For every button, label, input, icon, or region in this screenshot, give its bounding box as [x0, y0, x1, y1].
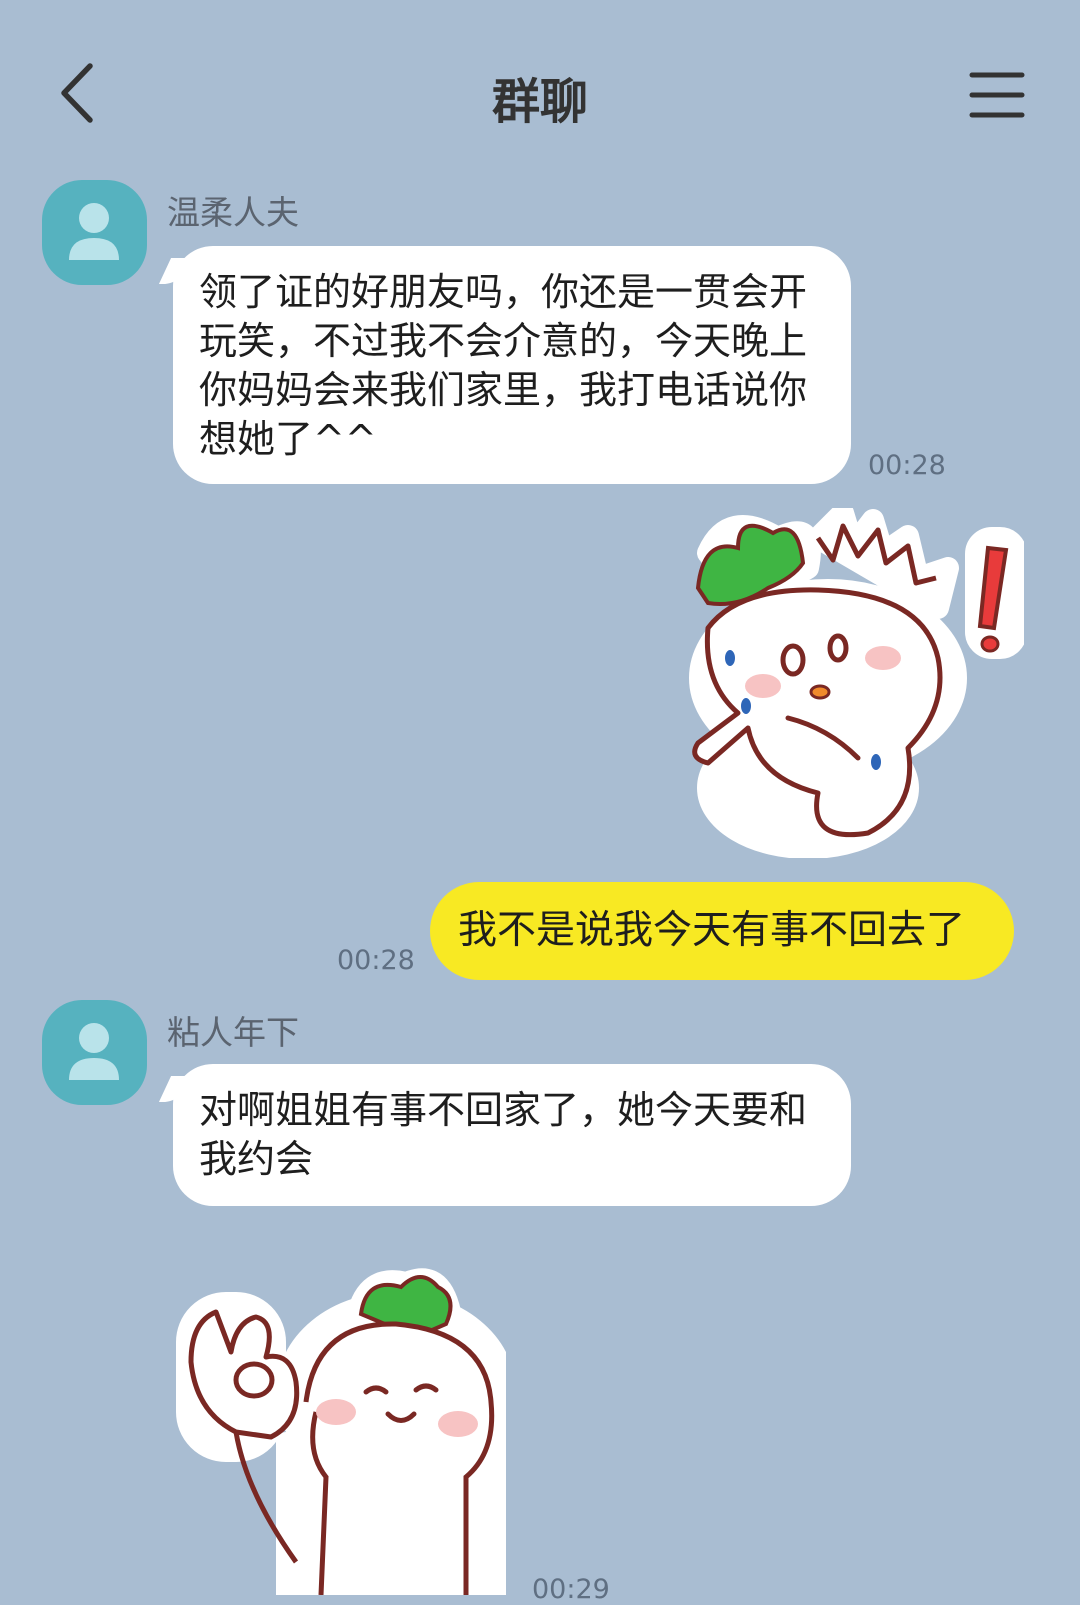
hamburger-menu-icon — [969, 72, 1025, 118]
message-time: 00:28 — [337, 945, 415, 976]
surprised-radish-sticker[interactable] — [668, 502, 1027, 859]
message-time: 00:28 — [868, 450, 946, 481]
sender-name: 粘人年下 — [167, 1013, 299, 1052]
avatar[interactable] — [42, 1000, 147, 1105]
avatar[interactable] — [42, 180, 147, 285]
user-icon — [69, 1023, 119, 1080]
ok-gesture-radish-sticker[interactable] — [176, 1262, 516, 1605]
message-bubble[interactable]: 对啊姐姐有事不回家了，她今天要和我约会 — [173, 1064, 851, 1206]
message-bubble[interactable]: 领了证的好朋友吗，你还是一贯会开玩笑，不过我不会介意的，今天晚上你妈妈会来我们家… — [173, 246, 851, 484]
chat-title: 群聊 — [491, 74, 588, 130]
outgoing-message-bubble[interactable]: 我不是说我今天有事不回去了 — [430, 882, 1014, 980]
chat-header: 群聊 — [0, 0, 1080, 180]
message-time: 00:29 — [532, 1574, 610, 1605]
menu-button[interactable] — [968, 70, 1026, 120]
user-icon — [69, 203, 119, 260]
sender-name: 温柔人夫 — [167, 193, 299, 232]
